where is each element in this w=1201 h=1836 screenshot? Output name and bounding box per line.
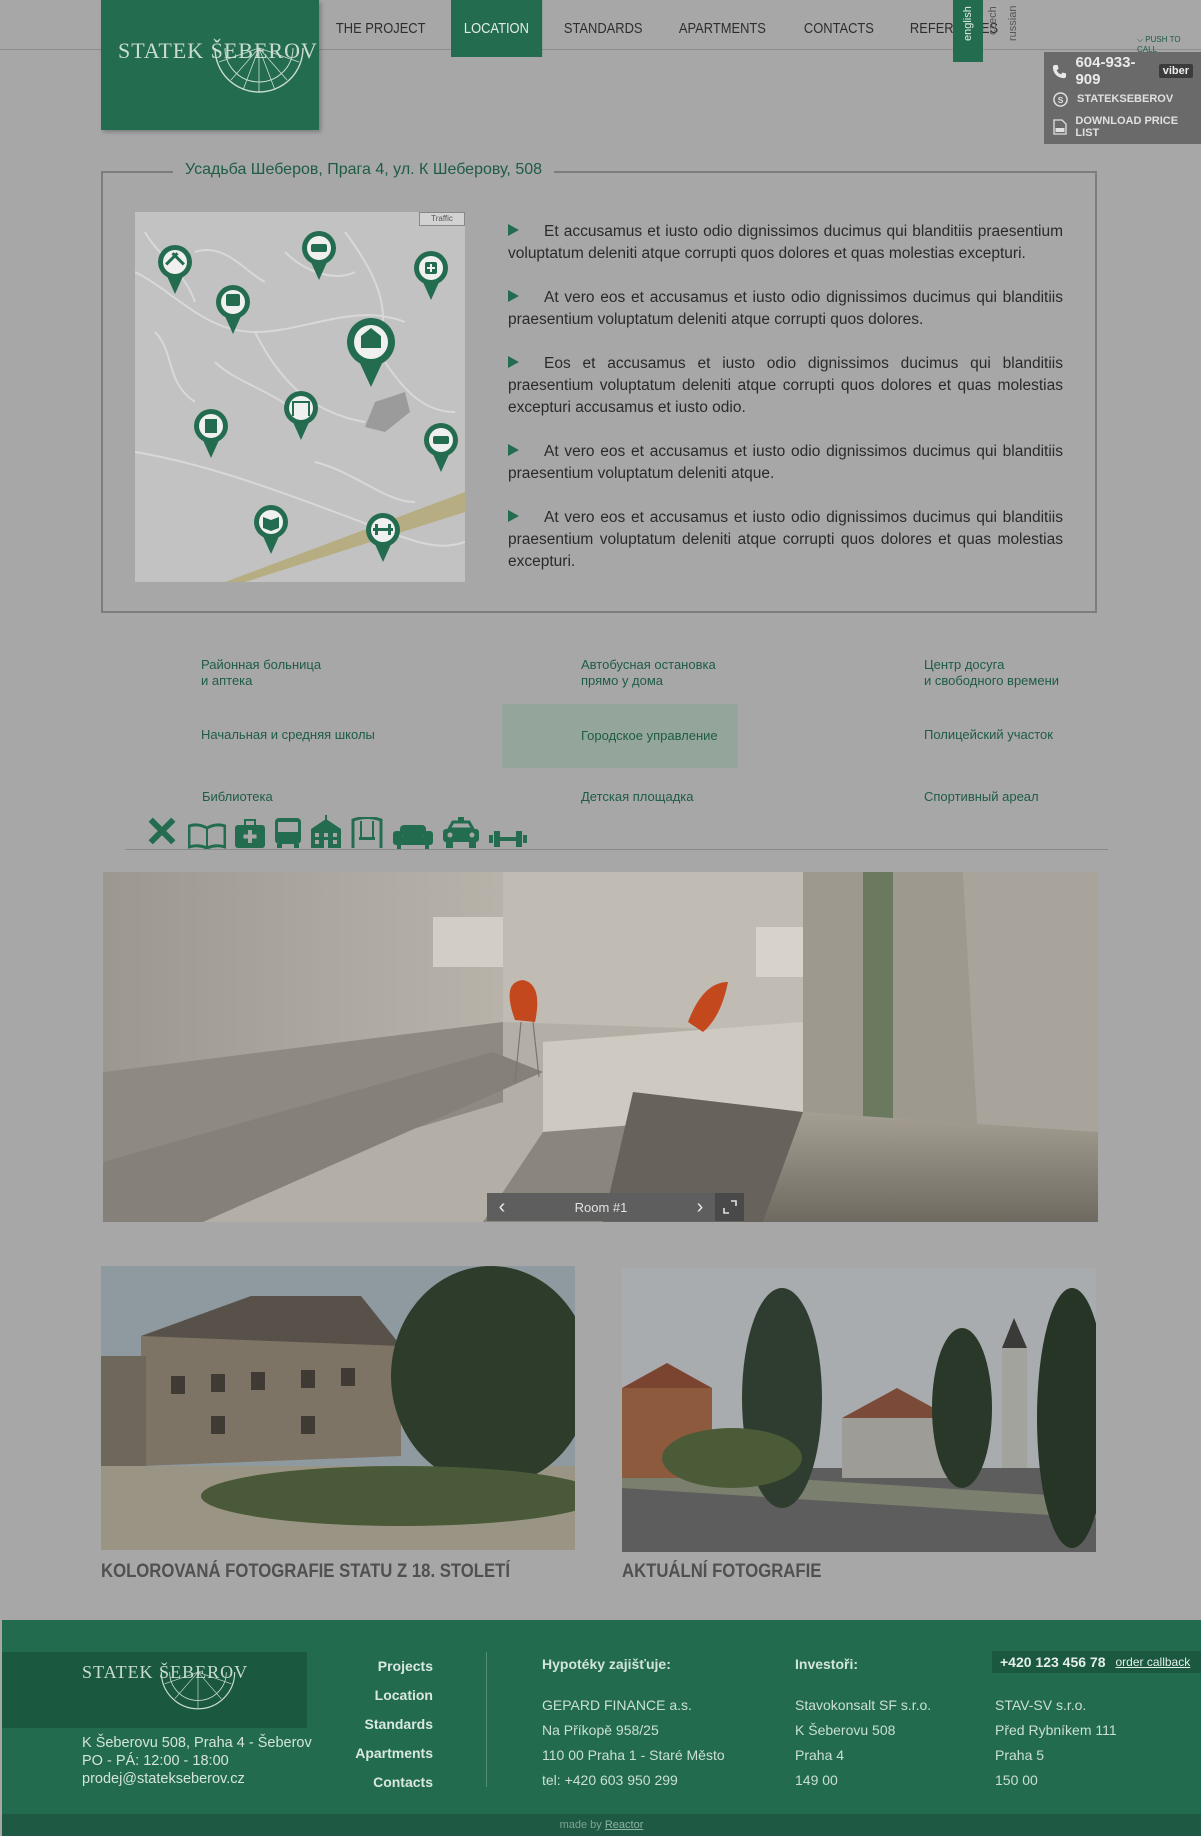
- room-render: [103, 872, 1098, 1222]
- lang-russian[interactable]: russian: [1003, 0, 1023, 62]
- slider-prev-button[interactable]: ‹: [487, 1196, 517, 1219]
- nav-location[interactable]: LOCATION: [451, 0, 542, 57]
- mortgage-phone: tel: +420 603 950 299: [542, 1772, 678, 1788]
- footer-divider: [486, 1652, 487, 1787]
- historic-photo-caption: KOLOROVANÁ FOTOGRAFIE STATU Z 18. STOLET…: [101, 1561, 511, 1582]
- legend-bus-stop[interactable]: Автобусная остановка прямо у дома: [581, 657, 716, 689]
- mortgage-heading: Hypotéky zajišťuje:: [542, 1656, 671, 1672]
- investor2-line: Před Rybníkem 111: [995, 1722, 1117, 1738]
- footer-link-projects[interactable]: Projects: [355, 1652, 433, 1681]
- legend-sport[interactable]: Спортивный ареал: [924, 789, 1039, 805]
- footer-nav: Projects Location Standards Apartments C…: [355, 1652, 433, 1797]
- room-slider-image[interactable]: [103, 872, 1098, 1222]
- footer-address: K Šeberovu 508, Praha 4 - Šeberov PO - P…: [82, 1734, 312, 1788]
- investor2-line: STAV-SV s.r.o.: [995, 1697, 1087, 1713]
- footer-callbox: +420 123 456 78 order callback: [992, 1651, 1201, 1673]
- legend-playground[interactable]: Детская площадка: [581, 789, 693, 805]
- skype-name: STATEKSEBEROV: [1077, 93, 1174, 105]
- footer-email[interactable]: prodej@statekseberov.cz: [82, 1770, 312, 1788]
- mortgage-line: 110 00 Praha 1 - Staré Město: [542, 1747, 725, 1763]
- footer: STATEK ŠEBEROV K Šeberovu 508, Praha 4 -…: [2, 1620, 1201, 1814]
- footer-phone[interactable]: +420 123 456 78: [1000, 1654, 1106, 1670]
- phone-row[interactable]: 604-933-909 viber: [1052, 54, 1193, 88]
- investor-line: 149 00: [795, 1772, 838, 1788]
- sundial-emblem-icon: [160, 1671, 236, 1710]
- investor-line: Praha 4: [795, 1747, 845, 1763]
- nav-the-project[interactable]: THE PROJECT: [323, 0, 438, 57]
- mortgage-line: GEPARD FINANCE a.s.: [542, 1697, 692, 1713]
- price-list-row[interactable]: DOWNLOAD PRICE LIST: [1052, 113, 1193, 141]
- mortgage-line: Na Příkopě 958/25: [542, 1722, 659, 1738]
- slider-caption: Room #1: [574, 1199, 628, 1215]
- made-by-text: made by: [559, 1819, 602, 1831]
- slider-next-button[interactable]: ›: [685, 1196, 715, 1219]
- main-nav: THE PROJECT LOCATION STANDARDS APARTMENT…: [323, 0, 1023, 57]
- legend-library[interactable]: Библиотека: [202, 789, 273, 805]
- footer-investors: Investoři: Stavokonsalt SF s.r.o. K Šebe…: [795, 1652, 931, 1793]
- contact-panel: 604-933-909 viber S STATEKSEBEROV DOWNLO…: [1044, 52, 1201, 144]
- fullscreen-icon[interactable]: [715, 1193, 744, 1221]
- skype-row[interactable]: S STATEKSEBEROV: [1052, 85, 1193, 113]
- legend-police[interactable]: Полицейский участок: [924, 727, 1053, 743]
- sport-icon[interactable]: [488, 829, 528, 854]
- slider-controls: ‹ Room #1 ›: [487, 1193, 744, 1221]
- phone-icon: [1052, 63, 1067, 80]
- legend-leisure-center[interactable]: Центр досуга и свободного времени: [924, 657, 1059, 689]
- lang-english[interactable]: english: [953, 0, 983, 62]
- phone-number: 604-933-909: [1075, 54, 1136, 88]
- bullet-item: At vero eos et accusamus et iusto odio d…: [508, 507, 1063, 573]
- footer-link-contacts[interactable]: Contacts: [355, 1768, 433, 1797]
- historic-farmhouse-image: [101, 1266, 575, 1550]
- order-callback-link[interactable]: order callback: [1116, 1655, 1191, 1669]
- investor-line: K Šeberovu 508: [795, 1722, 896, 1738]
- investor2-line: 150 00: [995, 1772, 1038, 1788]
- legend-hospital[interactable]: Районная больница и аптека: [201, 657, 321, 689]
- bullet-item: At vero eos et accusamus et iusto odio d…: [508, 441, 1063, 485]
- location-map[interactable]: Traffic: [135, 212, 465, 582]
- svg-text:S: S: [1058, 94, 1064, 104]
- price-list-link: DOWNLOAD PRICE LIST: [1075, 115, 1179, 139]
- bullet-item: Eos et accusamus et iusto odio dignissim…: [508, 353, 1063, 419]
- footer-mortgage: Hypotéky zajišťuje: GEPARD FINANCE a.s. …: [542, 1652, 725, 1793]
- section-divider: [125, 849, 1108, 850]
- school-icon[interactable]: [144, 813, 180, 854]
- lang-czech[interactable]: czech: [983, 0, 1003, 62]
- investors-heading: Investoři:: [795, 1656, 859, 1672]
- map-streets: [135, 212, 465, 582]
- language-switcher: english czech russian: [953, 0, 1023, 62]
- historic-photo[interactable]: [101, 1266, 575, 1550]
- footer-link-standards[interactable]: Standards: [355, 1710, 433, 1739]
- legend-icon-bar: [144, 813, 528, 854]
- investor-line: Stavokonsalt SF s.r.o.: [795, 1697, 932, 1713]
- location-info-frame: Усадьба Шеберов, Прага 4, ул. К Шеберову…: [101, 161, 1097, 613]
- nav-standards[interactable]: STANDARDS: [551, 0, 655, 57]
- legend-schools[interactable]: Начальная и средняя школы: [201, 727, 375, 743]
- skype-icon: S: [1052, 91, 1069, 108]
- location-title: Усадьба Шеберов, Прага 4, ул. К Шеберову…: [173, 161, 555, 179]
- location-bullets: Et accusamus et iusto odio dignissimos d…: [508, 221, 1063, 595]
- viber-badge[interactable]: viber: [1158, 64, 1193, 78]
- footer-link-apartments[interactable]: Apartments: [355, 1739, 433, 1768]
- footer-street: K Šeberovu 508, Praha 4 - Šeberov: [82, 1735, 312, 1751]
- footer-credits: made by Reactor: [2, 1814, 1201, 1836]
- sundial-emblem-icon: [214, 47, 304, 93]
- reactor-link[interactable]: Reactor: [605, 1819, 644, 1831]
- bullet-item: Et accusamus et iusto odio dignissimos d…: [508, 221, 1063, 265]
- traffic-toggle[interactable]: Traffic: [419, 212, 465, 226]
- footer-hours: PO - PÁ: 12:00 - 18:00: [82, 1753, 229, 1769]
- current-photo[interactable]: [622, 1268, 1096, 1552]
- current-photo-caption: AKTUÁLNÍ FOTOGRAFIE: [622, 1561, 822, 1582]
- bullet-item: At vero eos et accusamus et iusto odio d…: [508, 287, 1063, 331]
- site-logo[interactable]: STATEK ŠEBEROV: [101, 0, 319, 130]
- current-village-image: [622, 1268, 1096, 1552]
- pdf-icon: [1052, 119, 1067, 136]
- nav-apartments[interactable]: APARTMENTS: [666, 0, 779, 57]
- footer-logo[interactable]: STATEK ŠEBEROV: [2, 1652, 307, 1728]
- investor2-line: Praha 5: [995, 1747, 1045, 1763]
- nav-contacts[interactable]: CONTACTS: [791, 0, 887, 57]
- legend-city-hall[interactable]: Городское управление: [581, 728, 718, 744]
- footer-link-location[interactable]: Location: [355, 1681, 433, 1710]
- footer-investor-2: STAV-SV s.r.o. Před Rybníkem 111 Praha 5…: [995, 1693, 1117, 1793]
